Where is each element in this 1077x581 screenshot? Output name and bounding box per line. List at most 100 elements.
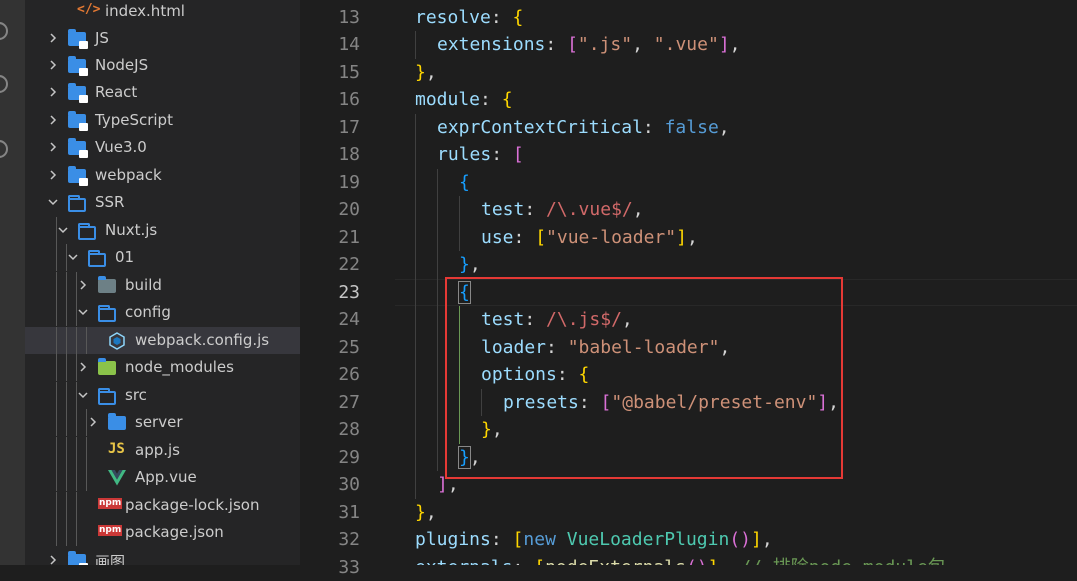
webpack-icon <box>108 332 126 350</box>
tree-item-label: index.html <box>105 2 185 20</box>
tree-item-label: App.vue <box>135 468 197 486</box>
line-number: 19 <box>338 172 360 193</box>
line-number: 22 <box>338 254 360 275</box>
chevron-right-icon <box>47 554 59 565</box>
line-number-gutter: 13 14 15 16 17 18 19 20 21 22 23 24 25 2… <box>300 0 395 578</box>
tree-item-server-folder[interactable]: server <box>25 409 300 436</box>
code-editor[interactable]: resolve: { extensions: [".js", ".vue"], … <box>395 0 1077 565</box>
code-line-18: rules: [ <box>437 144 524 165</box>
line-number: 26 <box>338 364 360 385</box>
indent-guide <box>437 169 438 471</box>
line-number: 33 <box>338 557 360 578</box>
tree-item-label: server <box>135 413 183 431</box>
npm-icon: npm <box>98 525 123 536</box>
line-number: 29 <box>338 447 360 468</box>
tree-item-label: webpack <box>95 166 162 184</box>
tree-item-node-modules-folder[interactable]: node_modules <box>25 354 300 381</box>
tree-item-typescript-folder[interactable]: TypeScript <box>25 107 300 134</box>
tree-item-label: app.js <box>135 441 180 459</box>
chevron-down-icon <box>67 251 79 263</box>
folder-build-icon <box>98 276 116 293</box>
tree-item-webpack-config[interactable]: webpack.config.js <box>25 327 300 354</box>
line-number: 25 <box>338 337 360 358</box>
line-number: 18 <box>338 144 360 165</box>
tree-item-src-folder[interactable]: src <box>25 382 300 409</box>
tree-item-label: node_modules <box>125 358 234 376</box>
folder-icon <box>68 29 88 49</box>
tree-item-vue3-folder[interactable]: Vue3.0 <box>25 134 300 161</box>
code-line-31: }, <box>415 502 437 523</box>
folder-icon <box>68 551 88 565</box>
tree-item-label: package-lock.json <box>125 496 260 514</box>
tree-item-label: Nuxt.js <box>105 221 158 239</box>
line-number: 32 <box>338 529 360 550</box>
folder-node-icon <box>98 358 116 375</box>
indent-guide <box>415 114 416 499</box>
chevron-down-icon <box>77 389 89 401</box>
tree-item-label: NodeJS <box>95 56 149 74</box>
chevron-down-icon <box>47 196 59 208</box>
chevron-down-icon <box>57 224 69 236</box>
tree-item-package-lock[interactable]: npm package-lock.json <box>25 492 300 519</box>
extensions-icon[interactable] <box>0 140 8 158</box>
tree-item-build-folder[interactable]: build <box>25 272 300 299</box>
chevron-right-icon <box>87 416 99 428</box>
remote-explorer-icon[interactable] <box>0 75 8 93</box>
tree-item-nodejs-folder[interactable]: NodeJS <box>25 52 300 79</box>
line-number-active: 23 <box>338 282 360 303</box>
tree-item-js-folder[interactable]: JS <box>25 25 300 52</box>
tree-item-drawing-folder[interactable]: 画图 <box>25 547 300 565</box>
tree-item-label: SSR <box>95 193 125 211</box>
code-line-16: module: { <box>415 89 513 110</box>
chevron-right-icon <box>47 114 59 126</box>
line-number: 30 <box>338 474 360 495</box>
tree-item-label: package.json <box>125 523 224 541</box>
tree-item-label: Vue3.0 <box>95 138 147 156</box>
tree-item-webpack-folder[interactable]: webpack <box>25 162 300 189</box>
tree-item-app-js[interactable]: JS app.js <box>25 437 300 464</box>
chevron-right-icon <box>47 59 59 71</box>
line-number: 20 <box>338 199 360 220</box>
tree-item-react-folder[interactable]: React <box>25 79 300 106</box>
tree-item-01-folder[interactable]: 01 <box>25 244 300 271</box>
tree-item-label: React <box>95 83 138 101</box>
line-number: 16 <box>338 89 360 110</box>
html-icon: </> <box>77 2 101 17</box>
line-number: 31 <box>338 502 360 523</box>
tree-item-index-html[interactable]: </> index.html <box>25 0 300 25</box>
chevron-right-icon <box>47 141 59 153</box>
tree-item-config-folder[interactable]: config <box>25 299 300 326</box>
tree-item-label: webpack.config.js <box>135 331 270 349</box>
code-line-22: }, <box>459 254 481 275</box>
tree-item-ssr-folder[interactable]: SSR <box>25 189 300 216</box>
code-line-15: }, <box>415 62 437 83</box>
line-number: 14 <box>338 34 360 55</box>
line-number: 28 <box>338 419 360 440</box>
tree-item-label: build <box>125 276 162 294</box>
indent-guide <box>459 196 460 251</box>
run-debug-icon[interactable] <box>0 22 8 40</box>
code-line-14: extensions: [".js", ".vue"], <box>437 34 741 55</box>
tree-item-label: 画图 <box>95 553 126 565</box>
tree-item-label: src <box>125 386 147 404</box>
folder-icon <box>108 413 126 430</box>
code-line-21: use: ["vue-loader"], <box>481 227 698 248</box>
chevron-right-icon <box>47 169 59 181</box>
chevron-right-icon <box>47 32 59 44</box>
tree-item-label: config <box>125 303 171 321</box>
tree-item-package-json[interactable]: npm package.json <box>25 519 300 546</box>
line-number: 21 <box>338 227 360 248</box>
folder-icon <box>68 138 88 158</box>
tree-item-app-vue[interactable]: App.vue <box>25 464 300 491</box>
folder-open-icon <box>88 250 106 267</box>
highlight-box <box>445 277 843 479</box>
folder-icon <box>68 56 88 76</box>
code-line-17: exprContextCritical: false, <box>437 117 730 138</box>
folder-open-icon <box>78 223 96 240</box>
line-number: 13 <box>338 7 360 28</box>
code-line-19: { <box>459 172 470 193</box>
code-line-32: plugins: [new VueLoaderPlugin()], <box>415 529 773 550</box>
line-number: 15 <box>338 62 360 83</box>
vue-icon <box>108 470 126 486</box>
tree-item-nuxtjs-folder[interactable]: Nuxt.js <box>25 217 300 244</box>
